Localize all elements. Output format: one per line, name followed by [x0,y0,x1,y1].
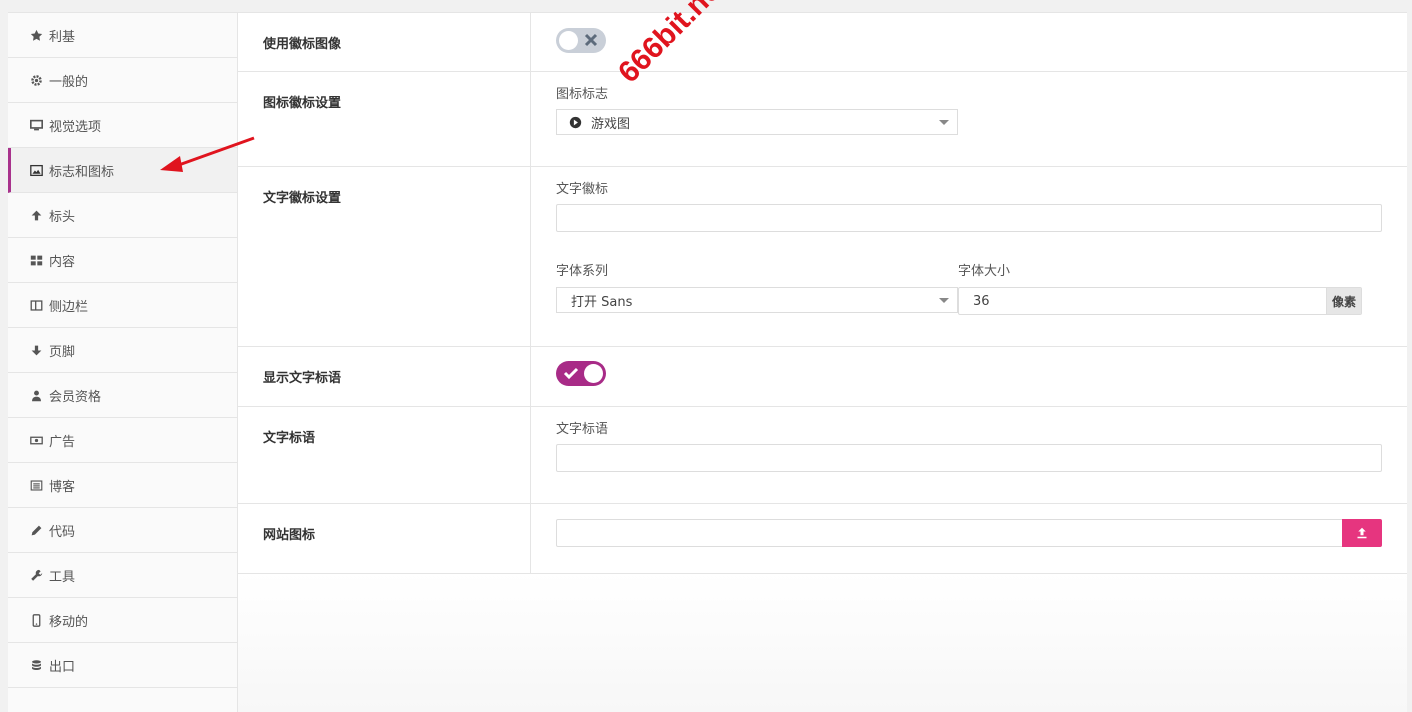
monitor-icon [29,118,43,132]
sidebar-item-niche[interactable]: 利基 [8,13,237,58]
use-logo-image-label: 使用徽标图像 [263,37,342,52]
favicon-url-input[interactable] [556,519,1344,547]
label-column [238,72,531,166]
annotation-arrow [160,136,255,172]
sidebar-item-general[interactable]: 一般的 [8,58,237,103]
sidebar-item-tools[interactable]: 工具 [8,553,237,598]
sidebar-item-membership[interactable]: 会员资格 [8,373,237,418]
sidebar-item-code[interactable]: 代码 [8,508,237,553]
tagline-label: 文字标语 [263,431,316,446]
setting-row-use-logo-image: 使用徽标图像 [238,13,1407,72]
wrench-icon [29,568,43,582]
setting-row-text-logo: 文字徽标设置 文字徽标 字体系列 打开 Sans 字体大小 36 像素 [238,167,1407,347]
use-logo-image-toggle[interactable] [556,28,606,53]
sidebar-item-label: 广告 [49,434,76,450]
sidebar-item-label: 标志和图标 [49,164,115,180]
mobile-icon [29,613,43,627]
icon-logo-settings-label: 图标徽标设置 [263,96,342,111]
image-icon [29,163,43,177]
x-icon [583,32,599,52]
show-tagline-label: 显示文字标语 [263,371,342,386]
money-icon [29,433,43,447]
sidebar-item-label: 移动的 [49,614,89,630]
chevron-down-icon [939,120,949,125]
icon-logo-selected-value: 游戏图 [591,116,631,132]
user-icon [29,388,43,402]
sidebar-item-label: 博客 [49,479,76,495]
sidebar-item-footer[interactable]: 页脚 [8,328,237,373]
setting-row-show-tagline: 显示文字标语 [238,347,1407,407]
chevron-down-icon [939,298,949,303]
sidebar-item-sidebar[interactable]: 侧边栏 [8,283,237,328]
sidebar-item-label: 页脚 [49,344,76,360]
upload-button[interactable] [1342,519,1382,547]
font-size-input-group: 36 像素 [958,287,1362,315]
sidebar-item-label: 出口 [49,659,76,675]
play-circle-icon [569,116,582,129]
setting-row-favicon: 网站图标 [238,504,1407,574]
sidebar-item-ads[interactable]: 广告 [8,418,237,463]
sidebar-item-label: 内容 [49,254,76,270]
sidebar-item-header[interactable]: 标头 [8,193,237,238]
arrow-down-icon [29,343,43,357]
tagline-input[interactable] [556,444,1382,472]
panel-background [238,572,1407,712]
font-size-label: 字体大小 [958,264,1011,279]
sidebar-item-content[interactable]: 内容 [8,238,237,283]
database-icon [29,658,43,672]
font-family-label: 字体系列 [556,264,609,279]
settings-sidebar: 利基 一般的 视觉选项 标志和图标 标头 内容 侧边栏 页脚 会员资格 广告 博… [8,12,238,712]
check-icon [563,365,579,385]
font-size-input[interactable]: 36 [973,294,1326,309]
tagline-field-label: 文字标语 [556,422,609,437]
sidebar-item-label: 视觉选项 [49,119,102,135]
font-family-value: 打开 Sans [571,294,633,310]
upload-icon [1356,527,1368,539]
icon-logo-select[interactable]: 游戏图 [556,109,958,135]
gear-icon [29,73,43,87]
sidebar-item-label: 利基 [49,29,76,45]
sidebar-item-label: 会员资格 [49,389,102,405]
setting-row-tagline: 文字标语 文字标语 [238,407,1407,504]
star-icon [29,28,43,42]
sidebar-item-label: 侧边栏 [49,299,89,315]
favicon-label: 网站图标 [263,528,316,543]
toggle-knob [584,364,603,383]
text-logo-field-label: 文字徽标 [556,182,609,197]
columns-icon [29,298,43,312]
text-logo-settings-label: 文字徽标设置 [263,191,342,206]
grid-icon [29,253,43,267]
setting-row-icon-logo: 图标徽标设置 图标标志 游戏图 [238,72,1407,167]
sidebar-item-export[interactable]: 出口 [8,643,237,688]
sidebar-item-label: 标头 [49,209,76,225]
text-logo-input[interactable] [556,204,1382,232]
sidebar-item-blog[interactable]: 博客 [8,463,237,508]
icon-logo-field-label: 图标标志 [556,87,609,102]
list-icon [29,478,43,492]
font-size-unit: 像素 [1325,288,1361,314]
pencil-icon [29,523,43,537]
sidebar-item-mobile[interactable]: 移动的 [8,598,237,643]
arrow-up-icon [29,208,43,222]
toggle-knob [559,31,578,50]
sidebar-item-label: 一般的 [49,74,89,90]
font-family-select[interactable]: 打开 Sans [556,287,958,313]
sidebar-item-label: 代码 [49,524,76,540]
label-column [238,407,531,503]
sidebar-item-label: 工具 [49,569,76,585]
settings-panel: 使用徽标图像 图标徽标设置 图标标志 游戏图 文字徽标设置 文字徽标 字体系列 … [238,12,1407,712]
show-tagline-toggle[interactable] [556,361,606,386]
